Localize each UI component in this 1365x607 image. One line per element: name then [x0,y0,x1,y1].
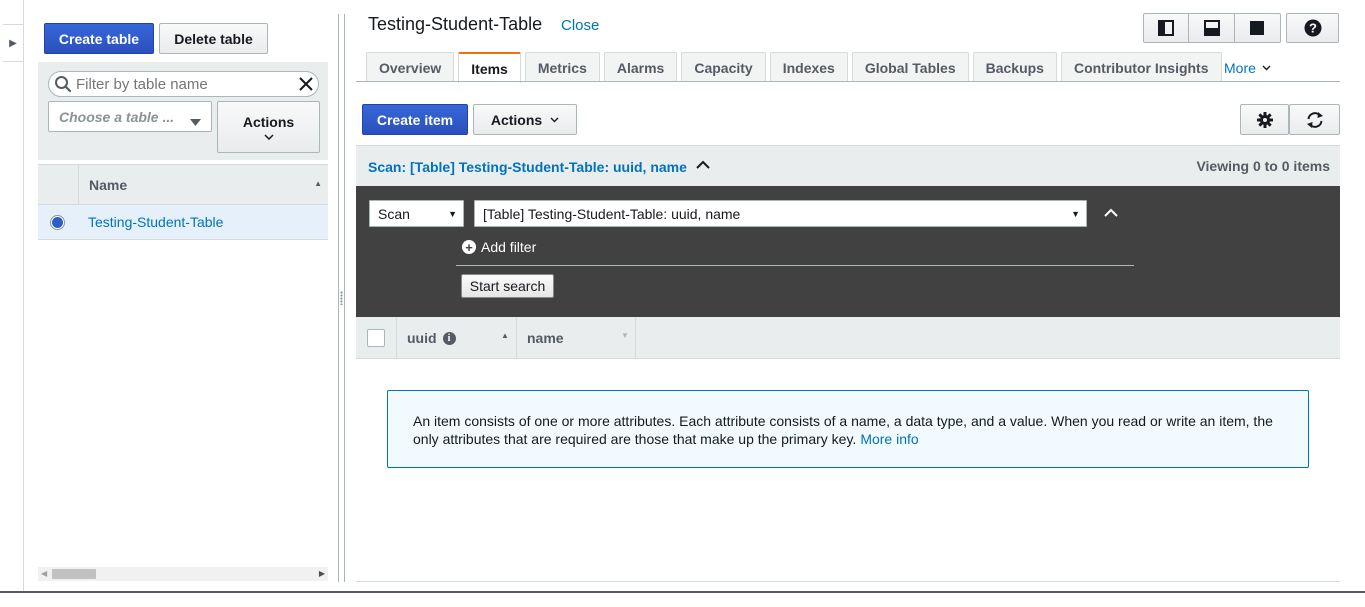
tab-metrics[interactable]: Metrics [524,52,600,82]
create-table-button[interactable]: Create table [44,23,154,54]
chevron-up-icon[interactable] [696,158,710,172]
more-tabs-dropdown[interactable]: More [1224,60,1271,76]
add-filter-button[interactable]: + Add filter [462,239,536,255]
select-all-checkbox[interactable] [367,329,385,347]
info-text: An item consists of one or more attribut… [413,413,1273,447]
scan-target-value: [Table] Testing-Student-Table: uuid, nam… [483,205,741,222]
table-title: Testing-Student-Table [368,14,543,34]
scroll-right-icon[interactable]: ▶ [319,569,325,578]
chevron-down-icon [263,134,274,140]
operation-select[interactable]: Scan ▼ [369,200,464,227]
help-button[interactable]: ? [1286,13,1339,43]
column-divider [78,165,79,204]
tab-alarms[interactable]: Alarms [603,52,678,82]
split-horizontal-icon [1203,20,1220,36]
settings-button[interactable] [1240,104,1289,135]
scan-summary-link[interactable]: Scan: [Table] Testing-Student-Table: uui… [368,159,687,175]
more-label: More [1224,60,1256,76]
tab-indexes[interactable]: Indexes [769,52,848,82]
name-column-label: name [527,330,564,346]
navigation-rail [0,0,24,592]
items-info-box: An item consists of one or more attribut… [387,390,1309,468]
row-radio[interactable] [50,215,65,230]
table-row[interactable]: Testing-Student-Table [38,205,328,240]
tab-global-tables[interactable]: Global Tables [851,52,969,82]
table-filter[interactable] [48,71,319,97]
triangle-down-icon: ▼ [1071,208,1080,219]
full-view-button[interactable] [1235,14,1280,42]
split-vertical-view-button[interactable] [1144,14,1190,42]
content-bottom-border [356,581,1340,582]
split-vertical-icon [1158,20,1175,36]
search-icon [54,75,72,93]
more-info-link[interactable]: More info [860,431,918,447]
window-bottom-border [0,591,1365,593]
scan-panel: Scan ▼ [Table] Testing-Student-Table: uu… [356,186,1340,317]
column-divider [516,317,517,358]
tabs-baseline [356,81,1340,82]
triangle-down-icon: ▼ [448,208,457,219]
refresh-icon [1305,111,1325,129]
gear-icon [1256,111,1273,128]
panel-splitter[interactable] [338,14,345,582]
refresh-button[interactable] [1289,104,1340,135]
expand-nav-button[interactable]: ▶ [3,24,24,62]
sort-ascending-icon[interactable]: ▲ [314,179,322,188]
delete-table-button[interactable]: Delete table [159,23,268,54]
drag-handle-icon[interactable] [340,291,343,305]
table-list-header: Name ▲ [38,164,328,205]
uuid-column-label: uuid [407,330,437,346]
tab-contributor-insights[interactable]: Contributor Insights [1060,52,1222,82]
scan-summary-bar: Scan: [Table] Testing-Student-Table: uui… [356,145,1340,186]
radio-selected-dot [52,217,63,228]
help-icon: ? [1304,19,1322,37]
table-name-link[interactable]: Testing-Student-Table [88,214,223,230]
start-search-button[interactable]: Start search [461,274,554,298]
collapse-panel-icon[interactable] [1104,206,1118,220]
layout-toggle-group [1143,13,1281,43]
actions-label: Actions [242,114,295,130]
split-horizontal-view-button[interactable] [1189,14,1235,42]
name-column-header[interactable]: Name [89,177,127,193]
detail-tabs: Overview Items Metrics Alarms Capacity I… [366,52,1222,83]
filter-divider [456,265,1134,266]
svg-text:?: ? [1309,21,1317,36]
triangle-down-icon [190,113,201,129]
caret-right-icon: ▶ [9,37,17,49]
chevron-down-icon [550,117,559,123]
column-divider [396,317,397,358]
tab-overview[interactable]: Overview [366,52,455,82]
results-table-header: uuid i ▲ name ▼ [356,317,1340,359]
choose-table-select[interactable]: Choose a table ... [48,101,212,132]
name-column-header[interactable]: name [527,330,564,346]
horizontal-scrollbar[interactable]: ◀ ▶ [38,567,328,581]
full-view-icon [1249,20,1265,36]
operation-value: Scan [378,205,410,222]
info-icon[interactable]: i [442,331,456,345]
uuid-column-header[interactable]: uuid i [407,330,456,346]
actions-label: Actions [490,111,543,128]
close-link[interactable]: Close [561,17,599,34]
plus-circle-icon: + [462,240,476,254]
filter-input[interactable] [76,75,291,93]
add-filter-label: Add filter [481,239,537,255]
chevron-down-icon [1262,65,1271,71]
tab-capacity[interactable]: Capacity [681,52,766,82]
choose-table-placeholder: Choose a table ... [59,108,175,125]
tab-backups[interactable]: Backups [972,52,1057,82]
sort-descending-icon[interactable]: ▼ [621,331,629,340]
create-item-button[interactable]: Create item [362,104,468,135]
column-divider [635,317,636,358]
scrollbar-thumb[interactable] [52,569,96,579]
scroll-left-icon[interactable]: ◀ [41,569,47,578]
viewing-count: Viewing 0 to 0 items [1196,158,1330,174]
tab-items[interactable]: Items [458,52,521,83]
sort-ascending-icon[interactable]: ▲ [501,331,509,340]
scan-target-select[interactable]: [Table] Testing-Student-Table: uuid, nam… [474,200,1087,227]
item-actions-button[interactable]: Actions [473,104,577,135]
clear-icon[interactable] [298,76,314,92]
table-actions-button[interactable]: Actions [217,101,320,153]
